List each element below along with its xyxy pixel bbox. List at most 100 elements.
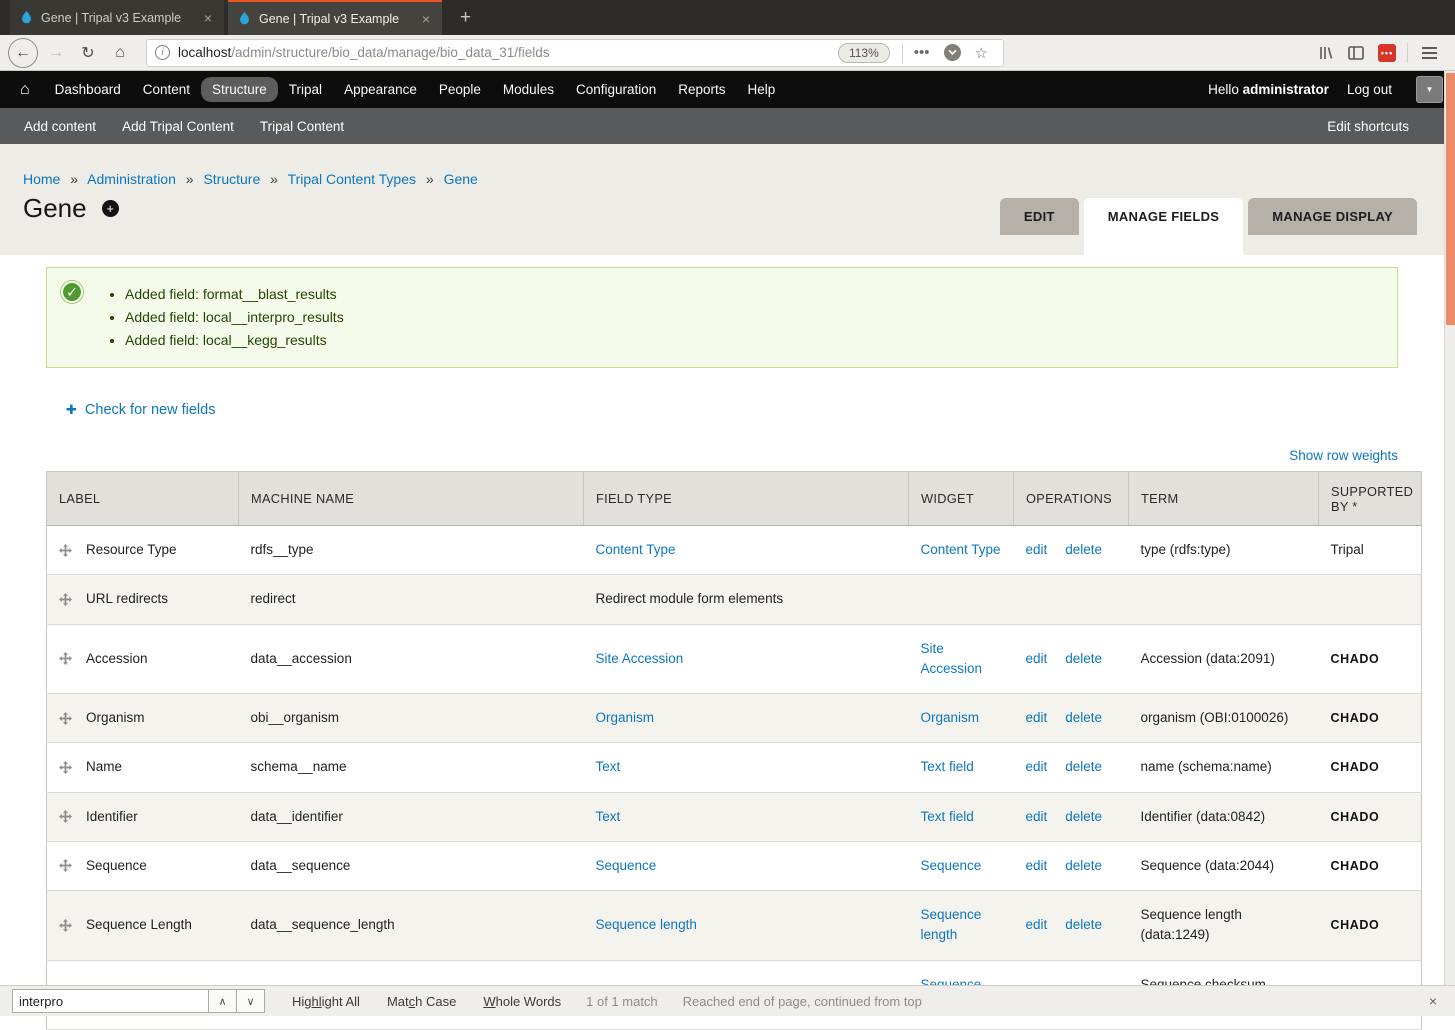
drag-handle-icon[interactable] (59, 761, 72, 774)
delete-link[interactable]: delete (1065, 542, 1102, 557)
drag-handle-icon[interactable] (59, 810, 72, 823)
field-type-link[interactable]: Text (596, 759, 621, 774)
col-term: TERM (1129, 472, 1319, 526)
breadcrumb-gene[interactable]: Gene (444, 171, 478, 187)
extension-button[interactable]: ••• (1371, 44, 1403, 62)
toolbar-item-people[interactable]: People (428, 77, 492, 102)
delete-link[interactable]: delete (1065, 651, 1102, 666)
field-type-link[interactable]: Text (596, 809, 621, 824)
delete-link[interactable]: delete (1065, 858, 1102, 873)
tab-close-icon[interactable]: × (202, 10, 214, 26)
col-widget: WIDGET (909, 472, 1014, 526)
edit-link[interactable]: edit (1026, 759, 1048, 774)
home-button[interactable]: ⌂ (106, 39, 134, 67)
browser-tab-active[interactable]: Gene | Tripal v3 Example × (228, 0, 442, 35)
table-row: Name schema__name Text Text field editde… (47, 743, 1422, 792)
drag-handle-icon[interactable] (59, 593, 72, 606)
breadcrumb-administration[interactable]: Administration (87, 171, 176, 187)
field-label: Organism (86, 708, 145, 728)
edit-shortcuts-link[interactable]: Edit shortcuts (1327, 119, 1409, 134)
field-type-link[interactable]: Sequence (596, 858, 657, 873)
browser-tab-inactive[interactable]: Gene | Tripal v3 Example × (10, 0, 224, 35)
toolbar-item-configuration[interactable]: Configuration (565, 77, 667, 102)
toolbar-item-content[interactable]: Content (132, 77, 201, 102)
toolbar-item-help[interactable]: Help (737, 77, 787, 102)
show-row-weights-link[interactable]: Show row weights (1289, 448, 1398, 463)
breadcrumb-home[interactable]: Home (23, 171, 60, 187)
find-next-button[interactable]: ∨ (237, 989, 265, 1013)
library-icon[interactable] (1311, 45, 1341, 61)
edit-link[interactable]: edit (1026, 809, 1048, 824)
delete-link[interactable]: delete (1065, 710, 1102, 725)
new-tab-button[interactable]: + (446, 0, 485, 35)
widget-link[interactable]: Sequence (921, 858, 982, 873)
back-button[interactable]: ← (8, 38, 38, 68)
edit-link[interactable]: edit (1026, 651, 1048, 666)
drag-handle-icon[interactable] (59, 859, 72, 872)
toolbar-item-structure[interactable]: Structure (201, 77, 278, 102)
page-scrollbar[interactable] (1444, 71, 1455, 985)
widget-link[interactable]: Site Accession (921, 641, 983, 676)
edit-link[interactable]: edit (1026, 917, 1048, 932)
logout-link[interactable]: Log out (1347, 82, 1392, 97)
show-row-weights: Show row weights (46, 448, 1398, 463)
shortcut-tripal-content[interactable]: Tripal Content (260, 119, 344, 134)
widget-link[interactable]: Organism (921, 710, 980, 725)
field-type-link[interactable]: Sequence length (596, 917, 697, 932)
toolbar-toggle-button[interactable]: ▼ (1416, 76, 1443, 103)
toolbar-item-appearance[interactable]: Appearance (333, 77, 428, 102)
reload-button[interactable]: ↻ (74, 39, 102, 67)
whole-words-button[interactable]: Whole Words (483, 994, 561, 1009)
drag-handle-icon[interactable] (59, 919, 72, 932)
edit-link[interactable]: edit (1026, 710, 1048, 725)
field-type-link[interactable]: Organism (596, 710, 655, 725)
drupal-favicon-icon (20, 10, 33, 25)
drag-handle-icon[interactable] (59, 652, 72, 665)
edit-link[interactable]: edit (1026, 542, 1048, 557)
site-info-icon[interactable]: i (155, 45, 170, 60)
toolbar-item-reports[interactable]: Reports (667, 77, 736, 102)
page-actions-icon[interactable]: ••• (907, 44, 937, 61)
edit-link[interactable]: edit (1026, 858, 1048, 873)
widget-link[interactable]: Text field (921, 759, 974, 774)
shortcut-add-content[interactable]: Add content (24, 119, 96, 134)
col-field-type: FIELD TYPE (584, 472, 909, 526)
find-input[interactable] (12, 989, 209, 1013)
find-previous-button[interactable]: ∧ (209, 989, 237, 1013)
url-bar[interactable]: i localhost/admin/structure/bio_data/man… (146, 39, 1004, 67)
field-type-link[interactable]: Content Type (596, 542, 676, 557)
toolbar-item-dashboard[interactable]: Dashboard (44, 77, 132, 102)
check-new-fields-link[interactable]: Check for new fields (85, 402, 216, 418)
shortcut-add-tripal-content[interactable]: Add Tripal Content (122, 119, 234, 134)
highlight-all-button[interactable]: Highlight All (292, 994, 360, 1009)
tab-edit[interactable]: EDIT (1000, 198, 1079, 235)
sidebar-icon[interactable] (1341, 46, 1371, 60)
toolbar-item-modules[interactable]: Modules (492, 77, 565, 102)
delete-link[interactable]: delete (1065, 809, 1102, 824)
tab-manage-fields[interactable]: MANAGE FIELDS (1084, 198, 1244, 255)
drag-handle-icon[interactable] (59, 544, 72, 557)
find-close-icon[interactable]: × (1423, 993, 1443, 1009)
breadcrumb-tripal-content-types[interactable]: Tripal Content Types (288, 171, 416, 187)
widget-link[interactable]: Sequence length (921, 907, 982, 942)
zoom-level-badge[interactable]: 113% (838, 43, 890, 63)
menu-hamburger-icon[interactable] (1412, 47, 1447, 59)
toolbar-item-tripal[interactable]: Tripal (278, 77, 333, 102)
tab-close-icon[interactable]: × (420, 11, 432, 27)
field-type-link[interactable]: Site Accession (596, 651, 684, 666)
widget-link[interactable]: Text field (921, 809, 974, 824)
drag-handle-icon[interactable] (59, 712, 72, 725)
forward-button[interactable]: → (42, 39, 70, 67)
delete-link[interactable]: delete (1065, 917, 1102, 932)
admin-home-icon[interactable]: ⌂ (20, 81, 30, 99)
widget-link[interactable]: Content Type (921, 542, 1001, 557)
match-case-button[interactable]: Match Case (387, 994, 456, 1009)
add-shortcut-icon[interactable]: + (102, 200, 119, 217)
bookmark-star-icon[interactable]: ☆ (968, 44, 995, 62)
pocket-button[interactable] (937, 44, 968, 61)
field-label: Sequence (86, 856, 147, 876)
scrollbar-thumb[interactable] (1446, 73, 1455, 325)
tab-manage-display[interactable]: MANAGE DISPLAY (1248, 198, 1417, 235)
delete-link[interactable]: delete (1065, 759, 1102, 774)
breadcrumb-structure[interactable]: Structure (203, 171, 260, 187)
